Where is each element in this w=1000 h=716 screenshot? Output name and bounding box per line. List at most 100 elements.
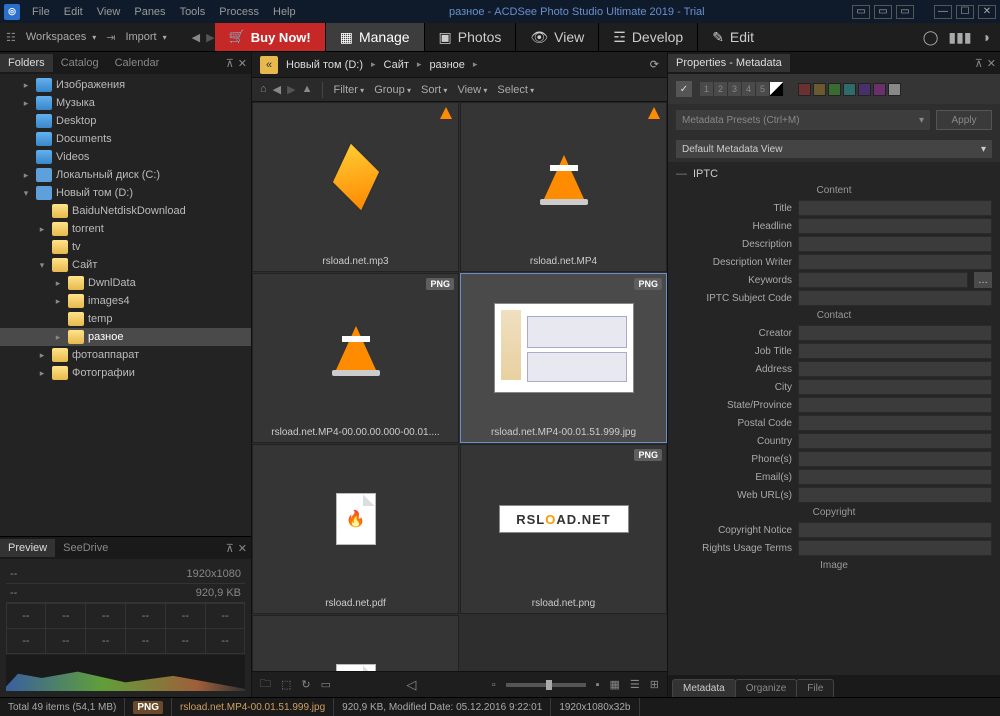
import-dropdown[interactable]: Import bbox=[121, 31, 170, 43]
tree-item[interactable]: temp bbox=[0, 310, 251, 328]
meta-input[interactable] bbox=[798, 325, 992, 341]
nav-back-icon[interactable]: ◀ bbox=[192, 31, 200, 44]
layout-grid-icon[interactable]: ☷ bbox=[6, 31, 16, 44]
menu-help[interactable]: Help bbox=[267, 4, 302, 20]
menu-edit[interactable]: Edit bbox=[58, 4, 89, 20]
menu-view[interactable]: View bbox=[91, 4, 127, 20]
thumb-small-icon[interactable]: ▫ bbox=[492, 679, 496, 691]
close-panel-icon[interactable]: ✕ bbox=[238, 542, 247, 555]
up-icon[interactable]: ▲ bbox=[302, 83, 313, 96]
stats-icon[interactable]: ▮▮▮ bbox=[948, 29, 971, 46]
thumb-size-slider[interactable] bbox=[506, 683, 586, 687]
menu-file[interactable]: File bbox=[26, 4, 56, 20]
tab-catalog[interactable]: Catalog bbox=[53, 54, 107, 72]
meta-input[interactable] bbox=[798, 487, 992, 503]
thumb-large-icon[interactable]: ▪ bbox=[596, 679, 600, 691]
select-dropdown[interactable]: Select bbox=[497, 84, 534, 96]
basket-icon[interactable]: 🗀 bbox=[260, 675, 271, 694]
meta-input[interactable] bbox=[798, 343, 992, 359]
mode-view[interactable]: 👁View bbox=[515, 23, 598, 51]
metadata-preset-dropdown[interactable]: Metadata Presets (Ctrl+M)▾ bbox=[676, 110, 930, 130]
tab-seedrive[interactable]: SeeDrive bbox=[55, 539, 116, 557]
tree-item[interactable]: ▸Фотографии bbox=[0, 364, 251, 382]
mode-photos[interactable]: ▣Photos bbox=[424, 23, 516, 51]
pin-icon[interactable]: ⊼ bbox=[226, 542, 234, 555]
thumbnail[interactable] bbox=[252, 615, 459, 671]
crumb-0[interactable]: Новый том (D:) bbox=[286, 59, 363, 71]
thumbnail[interactable]: rsload.net.MP4-00.01.51.999.jpgPNG bbox=[460, 273, 667, 443]
close-panel-icon[interactable]: ✕ bbox=[987, 57, 996, 70]
view-mode-3-icon[interactable]: ⊞ bbox=[650, 678, 659, 691]
three-sixty-icon[interactable]: ◯ bbox=[923, 29, 939, 46]
maximize-button[interactable]: ☐ bbox=[956, 5, 974, 19]
meta-input[interactable] bbox=[798, 433, 992, 449]
thumbnail[interactable]: rsload.net.MP4-00.00.00.000-00.01....PNG bbox=[252, 273, 459, 443]
refresh-icon[interactable]: ⟳ bbox=[650, 58, 659, 71]
crumb-2[interactable]: разное bbox=[429, 59, 464, 71]
meta-input[interactable] bbox=[798, 218, 992, 234]
layout-btn-1[interactable]: ▭ bbox=[852, 5, 870, 19]
meta-input[interactable] bbox=[798, 540, 992, 556]
btab-metadata[interactable]: Metadata bbox=[672, 679, 736, 697]
meta-input[interactable] bbox=[798, 272, 968, 288]
back-icon[interactable]: ◀ bbox=[273, 83, 281, 96]
tag-checkbox[interactable]: ✓ bbox=[676, 81, 692, 97]
apply-button[interactable]: Apply bbox=[936, 110, 992, 130]
mode-edit[interactable]: ✎Edit bbox=[697, 23, 768, 51]
view-dropdown[interactable]: View bbox=[457, 84, 487, 96]
tree-item[interactable]: Desktop bbox=[0, 112, 251, 130]
buy-now-button[interactable]: 🛒Buy Now! bbox=[215, 23, 325, 51]
meta-input[interactable] bbox=[798, 397, 992, 413]
meta-input[interactable] bbox=[798, 379, 992, 395]
menu-process[interactable]: Process bbox=[213, 4, 265, 20]
tree-item[interactable]: ▸Изображения bbox=[0, 76, 251, 94]
meta-input[interactable] bbox=[798, 361, 992, 377]
tree-item[interactable]: ▾Новый том (D:) bbox=[0, 184, 251, 202]
browse-button[interactable]: … bbox=[974, 272, 992, 288]
sync-icon[interactable]: ◑ bbox=[982, 29, 990, 45]
thumbnail[interactable]: 🔥rsload.net.pdf bbox=[252, 444, 459, 614]
rotate-icon[interactable]: ↻ bbox=[301, 678, 310, 691]
meta-input[interactable] bbox=[798, 200, 992, 216]
tree-item[interactable]: ▸фотоаппарат bbox=[0, 346, 251, 364]
meta-input[interactable] bbox=[798, 236, 992, 252]
view-mode-1-icon[interactable]: ▦ bbox=[610, 678, 620, 691]
group-dropdown[interactable]: Group bbox=[374, 84, 411, 96]
speaker-icon[interactable]: ◁ bbox=[406, 677, 416, 693]
crumb-1[interactable]: Сайт bbox=[384, 59, 409, 71]
pin-icon[interactable]: ⊼ bbox=[226, 57, 234, 70]
pin-icon[interactable]: ⊼ bbox=[975, 57, 983, 70]
thumbnail-grid[interactable]: rsload.net.mp3rsload.net.MP4rsload.net.M… bbox=[252, 102, 667, 671]
fwd-icon[interactable]: ▶ bbox=[287, 83, 295, 96]
sort-dropdown[interactable]: Sort bbox=[421, 84, 447, 96]
tree-item[interactable]: ▾Сайт bbox=[0, 256, 251, 274]
menu-tools[interactable]: Tools bbox=[174, 4, 212, 20]
tree-item[interactable]: Videos bbox=[0, 148, 251, 166]
view-mode-2-icon[interactable]: ☰ bbox=[630, 678, 640, 691]
tree-item[interactable]: ▸images4 bbox=[0, 292, 251, 310]
thumbnail[interactable]: rsload.net.MP4 bbox=[460, 102, 667, 272]
layout-btn-2[interactable]: ▭ bbox=[874, 5, 892, 19]
tree-item[interactable]: ▸Музыка bbox=[0, 94, 251, 112]
close-panel-icon[interactable]: ✕ bbox=[238, 57, 247, 70]
meta-input[interactable] bbox=[798, 254, 992, 270]
tab-folders[interactable]: Folders bbox=[0, 54, 53, 72]
mode-manage[interactable]: ▦Manage bbox=[325, 23, 424, 51]
folder-tree[interactable]: ▸Изображения▸МузыкаDesktopDocumentsVideo… bbox=[0, 74, 251, 536]
folder-back-icon[interactable]: « bbox=[260, 56, 278, 74]
layout-btn-3[interactable]: ▭ bbox=[896, 5, 914, 19]
close-button[interactable]: ✕ bbox=[978, 5, 996, 19]
tree-item[interactable]: ▸Локальный диск (C:) bbox=[0, 166, 251, 184]
tree-item[interactable]: ▸DwnlData bbox=[0, 274, 251, 292]
meta-input[interactable] bbox=[798, 290, 992, 306]
filter-dropdown[interactable]: Filter bbox=[333, 84, 364, 96]
tree-item[interactable]: BaiduNetdiskDownload bbox=[0, 202, 251, 220]
btab-file[interactable]: File bbox=[796, 679, 834, 697]
tree-item[interactable]: Documents bbox=[0, 130, 251, 148]
btab-organize[interactable]: Organize bbox=[735, 679, 798, 697]
metadata-list[interactable]: —IPTC Content TitleHeadlineDescriptionDe… bbox=[668, 162, 1000, 675]
minimize-button[interactable]: — bbox=[934, 5, 952, 19]
nav-fwd-icon[interactable]: ▶ bbox=[206, 31, 214, 44]
tree-item[interactable]: ▸torrent bbox=[0, 220, 251, 238]
meta-input[interactable] bbox=[798, 522, 992, 538]
